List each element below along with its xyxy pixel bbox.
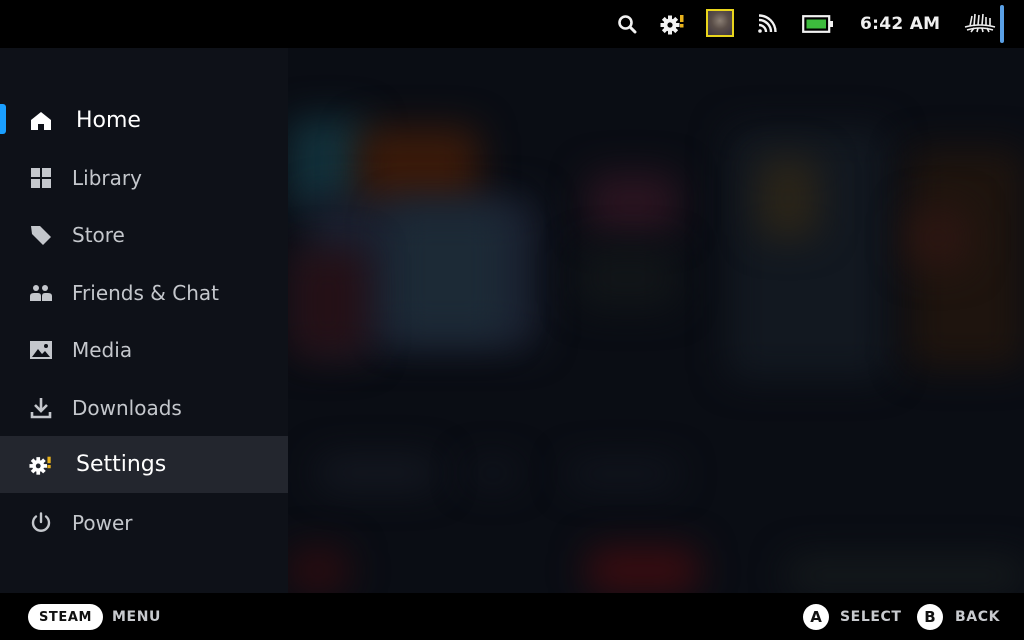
power-icon bbox=[29, 511, 53, 535]
settings-alert-icon[interactable] bbox=[660, 12, 686, 36]
wifi-icon[interactable] bbox=[756, 12, 778, 36]
home-background-content bbox=[288, 48, 1024, 593]
sidebar-item-home[interactable]: Home bbox=[0, 92, 288, 149]
battery-icon bbox=[802, 12, 834, 36]
top-status-bar: 6:42 AM bbox=[0, 0, 1024, 48]
sidebar-item-store[interactable]: Store bbox=[0, 206, 288, 263]
select-hint-label: SELECT bbox=[840, 609, 902, 625]
sidebar-item-library[interactable]: Library bbox=[0, 149, 288, 206]
settings-alert-icon bbox=[29, 453, 53, 477]
sidebar-item-friends[interactable]: Friends & Chat bbox=[0, 264, 288, 321]
media-image-icon bbox=[29, 338, 53, 362]
sidebar-item-media[interactable]: Media bbox=[0, 321, 288, 378]
focus-indicator bbox=[1000, 5, 1004, 43]
search-icon[interactable] bbox=[616, 12, 638, 36]
friends-icon bbox=[29, 281, 53, 305]
footer-hint-bar: STEAM MENU A SELECT B BACK bbox=[0, 593, 1024, 640]
a-button-icon[interactable]: A bbox=[803, 604, 829, 630]
back-hint-label: BACK bbox=[955, 609, 1001, 625]
clock: 6:42 AM bbox=[860, 14, 941, 34]
sidebar-item-settings[interactable]: Settings bbox=[0, 436, 288, 493]
library-grid-icon bbox=[29, 166, 53, 190]
download-icon bbox=[29, 396, 53, 420]
sidebar-item-downloads[interactable]: Downloads bbox=[0, 379, 288, 436]
home-icon bbox=[29, 109, 53, 133]
b-button-icon[interactable]: B bbox=[917, 604, 943, 630]
main-menu-sidebar: Home Library Store Friends & Chat Media … bbox=[0, 48, 288, 593]
steam-button[interactable]: STEAM bbox=[28, 604, 103, 630]
avatar[interactable] bbox=[706, 9, 734, 37]
store-tag-icon bbox=[29, 223, 53, 247]
sidebar-item-power[interactable]: Power bbox=[0, 494, 288, 551]
menu-hint-label: MENU bbox=[112, 609, 161, 625]
profile-icon[interactable] bbox=[962, 12, 998, 36]
